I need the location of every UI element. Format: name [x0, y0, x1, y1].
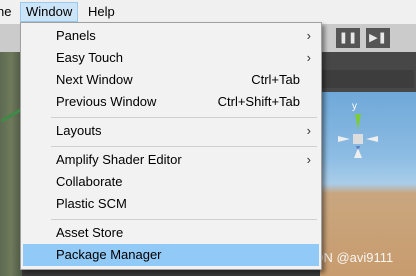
- menu-item-label: Asset Store: [56, 225, 124, 240]
- window-menu: Panels › Easy Touch › Next Window Ctrl+T…: [20, 22, 322, 270]
- menubar-item-help[interactable]: Help: [83, 2, 120, 22]
- menu-item-easy-touch[interactable]: Easy Touch ›: [23, 47, 319, 69]
- menu-item-label: Panels: [56, 28, 96, 43]
- neg-y-axis-cone[interactable]: [354, 148, 362, 158]
- menu-item-next-window[interactable]: Next Window Ctrl+Tab: [23, 69, 319, 91]
- menu-separator: [51, 219, 317, 220]
- submenu-arrow-icon: ›: [306, 152, 311, 167]
- menu-separator: [51, 117, 317, 118]
- y-axis-cone[interactable]: [355, 114, 361, 130]
- menu-separator: [51, 146, 317, 147]
- menu-item-plastic-scm[interactable]: Plastic SCM: [23, 193, 319, 215]
- menu-item-label: Layouts: [56, 123, 102, 138]
- scene-view-left-edge: [0, 52, 22, 276]
- menu-item-label: Collaborate: [56, 174, 123, 189]
- menu-item-label: Package Manager: [56, 247, 162, 262]
- menu-item-previous-window[interactable]: Previous Window Ctrl+Shift+Tab: [23, 91, 319, 113]
- scene-gizmo[interactable]: y: [330, 100, 390, 180]
- menu-item-asset-store[interactable]: Asset Store: [23, 222, 319, 244]
- menubar-item-partial[interactable]: ne: [0, 2, 16, 22]
- menu-item-shortcut: Ctrl+Tab: [251, 72, 300, 87]
- y-axis-label: y: [352, 101, 357, 112]
- scene-tab-bar: [322, 70, 414, 88]
- menu-item-package-manager[interactable]: Package Manager: [23, 244, 319, 266]
- submenu-arrow-icon: ›: [306, 28, 311, 43]
- submenu-arrow-icon: ›: [306, 123, 311, 138]
- menubar-item-window[interactable]: Window: [20, 2, 78, 22]
- menu-item-label: Previous Window: [56, 94, 157, 109]
- menu-item-shortcut: Ctrl+Shift+Tab: [217, 94, 300, 109]
- menu-item-label: Next Window: [56, 72, 133, 87]
- step-button[interactable]: ▶❚: [366, 28, 390, 48]
- menu-item-label: Plastic SCM: [56, 196, 127, 211]
- pause-button[interactable]: ❚❚: [336, 28, 360, 48]
- gizmo-center[interactable]: [353, 134, 363, 144]
- menu-item-layouts[interactable]: Layouts ›: [23, 120, 319, 142]
- menu-item-amplify-shader-editor[interactable]: Amplify Shader Editor ›: [23, 149, 319, 171]
- x-axis-cone[interactable]: [338, 136, 350, 142]
- neg-x-axis-cone[interactable]: [366, 136, 378, 142]
- menu-item-label: Amplify Shader Editor: [56, 152, 182, 167]
- menu-item-panels[interactable]: Panels ›: [23, 25, 319, 47]
- step-icon: ▶❚: [369, 32, 387, 44]
- menubar: ne Window Help: [0, 0, 416, 24]
- submenu-arrow-icon: ›: [306, 50, 311, 65]
- pause-icon: ❚❚: [338, 32, 358, 44]
- menu-item-label: Easy Touch: [56, 50, 123, 65]
- menu-item-collaborate[interactable]: Collaborate: [23, 171, 319, 193]
